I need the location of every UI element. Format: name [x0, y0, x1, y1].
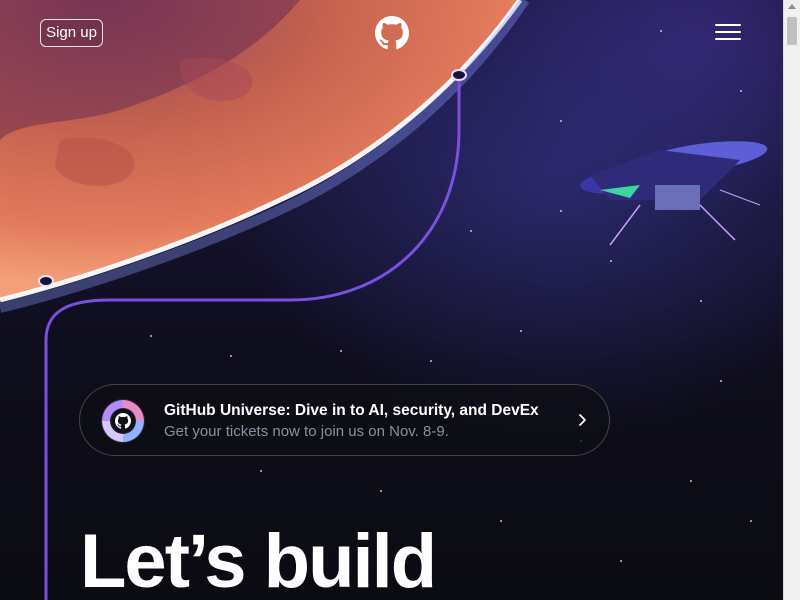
github-mark-icon[interactable]: [375, 16, 409, 50]
hamburger-menu-icon[interactable]: [715, 24, 741, 42]
universe-banner[interactable]: GitHub Universe: Dive in to AI, security…: [79, 384, 610, 456]
connector-node: [451, 69, 467, 81]
hero-headline: Let’s build: [80, 519, 437, 600]
connector-node: [38, 275, 54, 287]
scrollbar-thumb[interactable]: [787, 17, 797, 45]
sign-up-button[interactable]: Sign up: [40, 19, 103, 47]
banner-title: GitHub Universe: Dive in to AI, security…: [164, 402, 539, 419]
space-illustration: [0, 0, 768, 600]
scroll-up-arrow-icon[interactable]: [788, 4, 796, 9]
hero-section: Sign up GitHub Universe: Dive in to AI, …: [0, 0, 783, 600]
banner-subtitle: Get your tickets now to join us on Nov. …: [164, 423, 449, 440]
chevron-right-icon: [579, 414, 586, 426]
drone-illustration: [580, 141, 768, 246]
vertical-scrollbar[interactable]: [783, 0, 800, 600]
universe-github-icon: [101, 399, 145, 443]
